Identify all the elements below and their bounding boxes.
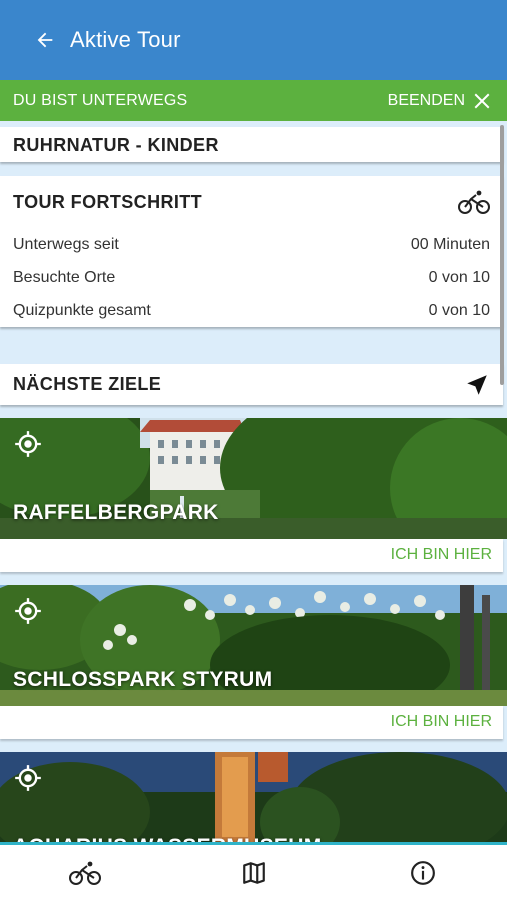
- scrollbar[interactable]: [500, 125, 504, 385]
- progress-row-visited: Besuchte Orte 0 von 10: [13, 261, 490, 294]
- destination-name: SCHLOSSPARK STYRUM: [13, 668, 273, 691]
- map-icon: [242, 861, 265, 884]
- i-am-here-button[interactable]: ICH BIN HIER: [0, 706, 503, 739]
- tour-status-bar: DU BIST UNTERWEGS BEENDEN: [0, 80, 507, 121]
- nav-map[interactable]: [169, 845, 338, 900]
- progress-label: Unterwegs seit: [13, 235, 119, 253]
- bottom-navigation: [0, 842, 507, 900]
- back-button[interactable]: [28, 23, 62, 57]
- arrow-left-icon: [37, 32, 53, 48]
- progress-value: 0 von 10: [428, 268, 490, 286]
- page-title: Aktive Tour: [70, 27, 181, 52]
- navigation-arrow-icon[interactable]: [464, 372, 490, 398]
- destination-image: RAFFELBERGPARK: [0, 418, 507, 539]
- next-targets-title: NÄCHSTE ZIELE: [13, 374, 162, 394]
- destination-card[interactable]: RAFFELBERGPARK ICH BIN HIER: [0, 418, 507, 572]
- progress-value: 0 von 10: [428, 301, 490, 319]
- info-icon: [410, 860, 435, 885]
- gps-target-icon[interactable]: [14, 597, 42, 625]
- bicycle-icon: [458, 190, 490, 214]
- progress-row-duration: Unterwegs seit 00 Minuten: [13, 228, 490, 261]
- progress-label: Besuchte Orte: [13, 268, 116, 286]
- gps-target-icon[interactable]: [14, 764, 42, 792]
- next-targets-header: NÄCHSTE ZIELE: [0, 364, 503, 405]
- bicycle-icon: [68, 861, 101, 885]
- destination-name: RAFFELBERGPARK: [13, 501, 219, 524]
- tour-name: RUHRNATUR - KINDER: [13, 135, 219, 155]
- i-am-here-button[interactable]: ICH BIN HIER: [0, 539, 503, 572]
- tour-progress-card: TOUR FORTSCHRITT Unterwegs seit 00 Minut…: [0, 176, 503, 327]
- nav-info[interactable]: [338, 845, 507, 900]
- gps-target-icon[interactable]: [14, 430, 42, 458]
- progress-label: Quizpunkte gesamt: [13, 301, 151, 319]
- nav-tour[interactable]: [0, 845, 169, 900]
- progress-row-quiz: Quizpunkte gesamt 0 von 10: [13, 294, 490, 327]
- app-bar: Aktive Tour: [0, 0, 507, 80]
- close-icon: [474, 93, 490, 108]
- destination-image: SCHLOSSPARK STYRUM: [0, 585, 507, 706]
- progress-title: TOUR FORTSCHRITT: [13, 191, 203, 212]
- end-tour-button[interactable]: BEENDEN: [388, 92, 491, 110]
- tour-name-card: RUHRNATUR - KINDER: [0, 127, 503, 162]
- destination-card[interactable]: SCHLOSSPARK STYRUM ICH BIN HIER: [0, 585, 507, 739]
- status-text: DU BIST UNTERWEGS: [13, 91, 188, 109]
- end-tour-label: BEENDEN: [387, 91, 465, 109]
- progress-value: 00 Minuten: [410, 235, 490, 253]
